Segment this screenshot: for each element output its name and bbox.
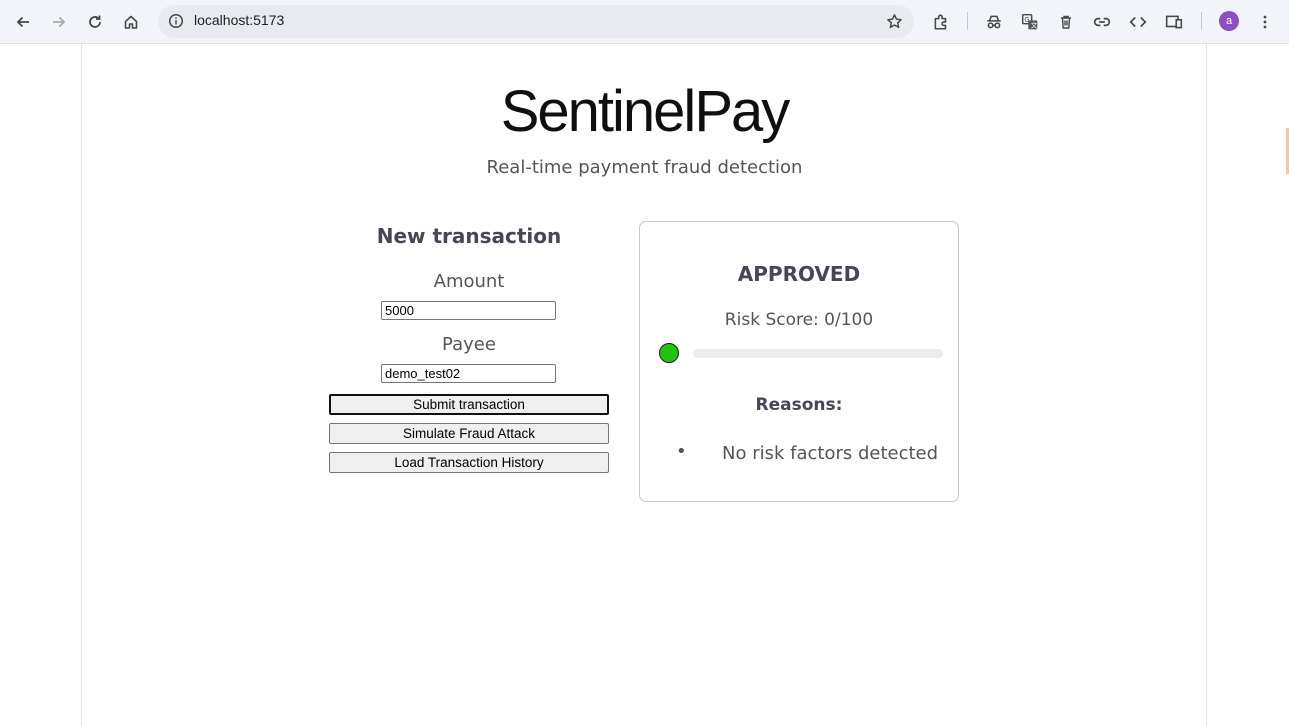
site-info-icon[interactable]	[164, 9, 188, 33]
device-icon[interactable]	[1161, 9, 1187, 35]
menu-icon[interactable]	[1252, 9, 1278, 35]
profile-avatar[interactable]: a	[1219, 11, 1239, 31]
amount-label: Amount	[433, 271, 505, 292]
simulate-fraud-attack-button[interactable]: Simulate Fraud Attack	[329, 423, 609, 444]
page-title: SentinelPay	[500, 79, 791, 144]
reason-bullet: •	[676, 441, 687, 462]
forward-icon[interactable]	[46, 9, 72, 35]
load-transaction-history-button[interactable]: Load Transaction History	[329, 452, 609, 473]
svg-text:文: 文	[1031, 21, 1038, 30]
home-icon[interactable]	[118, 9, 144, 35]
back-icon[interactable]	[10, 9, 36, 35]
incognito-icon[interactable]	[981, 9, 1007, 35]
page-subtitle: Real-time payment fraud detection	[486, 157, 803, 178]
amount-input[interactable]	[381, 301, 556, 320]
reload-icon[interactable]	[82, 9, 108, 35]
payee-input[interactable]	[381, 364, 556, 383]
reasons-heading: Reasons:	[755, 395, 843, 415]
trash-icon[interactable]	[1053, 9, 1079, 35]
address-bar[interactable]: localhost:5173	[158, 5, 914, 38]
page-divider-right	[1206, 44, 1207, 726]
risk-score-bar	[693, 349, 943, 358]
browser-toolbar: localhost:5173 G文 a	[0, 0, 1289, 44]
result-card: APPROVED Risk Score: 0/100 Reasons: • No…	[639, 221, 959, 502]
form-heading: New transaction	[376, 224, 562, 248]
submit-transaction-button[interactable]: Submit transaction	[329, 394, 609, 415]
extensions-icon[interactable]	[928, 9, 954, 35]
payee-label: Payee	[442, 334, 496, 355]
page-divider-left	[81, 44, 82, 726]
url-text: localhost:5173	[194, 12, 285, 28]
link-icon[interactable]	[1089, 9, 1115, 35]
reason-item: No risk factors detected	[722, 443, 939, 464]
translate-icon[interactable]: G文	[1017, 9, 1043, 35]
svg-text:G: G	[1024, 16, 1029, 24]
status-badge: APPROVED	[737, 262, 861, 286]
risk-indicator-dot	[659, 343, 679, 363]
risk-score-text: Risk Score: 0/100	[724, 310, 874, 330]
code-icon[interactable]	[1125, 9, 1151, 35]
bookmark-star-icon[interactable]	[882, 9, 906, 33]
